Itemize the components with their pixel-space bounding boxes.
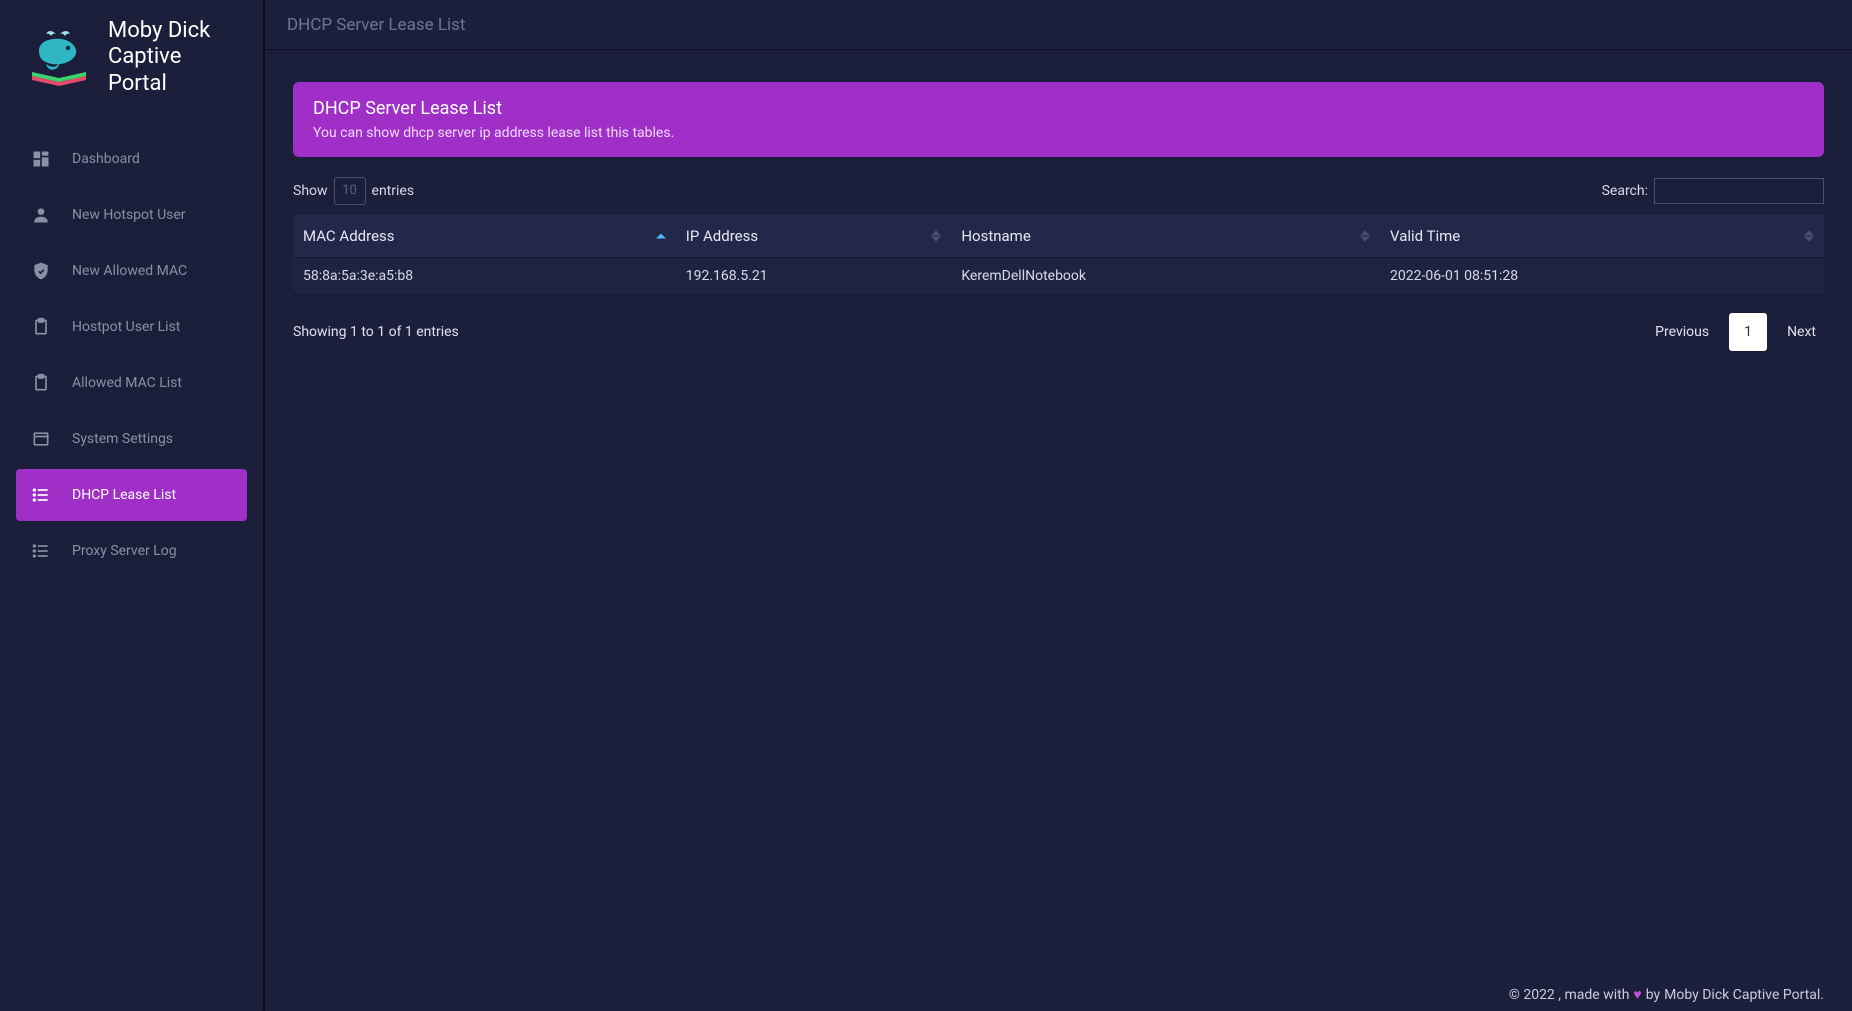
- content: DHCP Server Lease List You can show dhcp…: [265, 50, 1852, 1011]
- sidebar-item-label: New Allowed MAC: [72, 263, 187, 279]
- brand-line2: Captive Portal: [108, 44, 243, 97]
- sidebar-item-label: Hostpot User List: [72, 319, 180, 335]
- cell-mac: 58:8a:5a:3e:a5:b8: [293, 258, 676, 295]
- col-ip-address[interactable]: IP Address: [676, 215, 952, 258]
- brand-line1: Moby Dick: [108, 18, 243, 44]
- show-label-post: entries: [372, 183, 415, 199]
- search-wrap: Search:: [1602, 178, 1824, 204]
- sidebar-item-label: Dashboard: [72, 151, 140, 167]
- clipboard-icon: [30, 372, 52, 394]
- list-icon: [30, 484, 52, 506]
- sidebar-item-label: New Hotspot User: [72, 207, 186, 223]
- show-label-pre: Show: [293, 183, 328, 199]
- sidebar-item-dhcp-lease-list[interactable]: DHCP Lease List: [16, 469, 247, 521]
- table-controls: Show 10 entries Search:: [293, 177, 1824, 205]
- footer-copyright: © 2022 , made with: [1509, 987, 1630, 1003]
- topbar: DHCP Server Lease List: [265, 0, 1852, 50]
- prev-button[interactable]: Previous: [1647, 318, 1717, 346]
- sidebar-item-new-allowed-mac[interactable]: New Allowed MAC: [16, 245, 247, 297]
- column-label: Valid Time: [1390, 227, 1460, 245]
- sidebar-item-dashboard[interactable]: Dashboard: [16, 133, 247, 185]
- page-number[interactable]: 1: [1729, 313, 1767, 351]
- sort-both-icon: [1360, 231, 1370, 242]
- col-mac-address[interactable]: MAC Address: [293, 215, 676, 258]
- settings-icon: [30, 428, 52, 450]
- sidebar-item-allowed-mac-list[interactable]: Allowed MAC List: [16, 357, 247, 409]
- sidebar-item-hotspot-user-list[interactable]: Hostpot User List: [16, 301, 247, 353]
- show-entries: Show 10 entries: [293, 177, 414, 205]
- footer: © 2022 , made with ♥ by Moby Dick Captiv…: [1481, 978, 1852, 1011]
- col-valid-time[interactable]: Valid Time: [1380, 215, 1824, 258]
- sidebar-item-label: DHCP Lease List: [72, 487, 176, 503]
- pagination: Previous 1 Next: [1647, 313, 1824, 351]
- table-footer: Showing 1 to 1 of 1 entries Previous 1 N…: [293, 313, 1824, 351]
- main: DHCP Server Lease List DHCP Server Lease…: [265, 0, 1852, 1011]
- shield-icon: [30, 260, 52, 282]
- logo-icon: [24, 28, 94, 88]
- column-label: IP Address: [686, 227, 758, 245]
- sidebar-item-new-hotspot-user[interactable]: New Hotspot User: [16, 189, 247, 241]
- footer-by: by: [1646, 987, 1660, 1003]
- dashboard-icon: [30, 148, 52, 170]
- cell-ip: 192.168.5.21: [676, 258, 952, 295]
- sidebar-item-proxy-server-log[interactable]: Proxy Server Log: [16, 525, 247, 577]
- entries-select[interactable]: 10: [334, 177, 366, 205]
- sidebar-item-label: Proxy Server Log: [72, 543, 177, 559]
- banner-text: You can show dhcp server ip address leas…: [313, 125, 1804, 141]
- table-info: Showing 1 to 1 of 1 entries: [293, 324, 459, 340]
- lease-table: MAC Address IP Address Hostname: [293, 215, 1824, 295]
- heart-icon: ♥: [1633, 986, 1641, 1003]
- sidebar: Moby Dick Captive Portal Dashboard New H…: [0, 0, 265, 1011]
- sidebar-item-label: System Settings: [72, 431, 173, 447]
- brand[interactable]: Moby Dick Captive Portal: [0, 0, 263, 121]
- table-row[interactable]: 58:8a:5a:3e:a5:b8 192.168.5.21 KeremDell…: [293, 258, 1824, 295]
- column-label: MAC Address: [303, 227, 395, 245]
- col-hostname[interactable]: Hostname: [951, 215, 1380, 258]
- info-banner: DHCP Server Lease List You can show dhcp…: [293, 82, 1824, 157]
- cell-hostname: KeremDellNotebook: [951, 258, 1380, 295]
- page-title: DHCP Server Lease List: [287, 15, 465, 35]
- column-label: Hostname: [961, 227, 1030, 245]
- sidebar-item-system-settings[interactable]: System Settings: [16, 413, 247, 465]
- sort-both-icon: [931, 231, 941, 242]
- sidebar-item-label: Allowed MAC List: [72, 375, 182, 391]
- banner-title: DHCP Server Lease List: [313, 98, 1804, 119]
- list-icon: [30, 540, 52, 562]
- sort-asc-icon: [656, 234, 666, 239]
- sort-both-icon: [1804, 231, 1814, 242]
- footer-link[interactable]: Moby Dick Captive Portal.: [1664, 987, 1824, 1003]
- clipboard-icon: [30, 316, 52, 338]
- brand-text: Moby Dick Captive Portal: [108, 18, 243, 97]
- search-input[interactable]: [1654, 178, 1824, 204]
- search-label: Search:: [1602, 183, 1648, 199]
- next-button[interactable]: Next: [1779, 318, 1824, 346]
- sidebar-nav: Dashboard New Hotspot User New Allowed M…: [0, 121, 263, 581]
- cell-valid-time: 2022-06-01 08:51:28: [1380, 258, 1824, 295]
- user-icon: [30, 204, 52, 226]
